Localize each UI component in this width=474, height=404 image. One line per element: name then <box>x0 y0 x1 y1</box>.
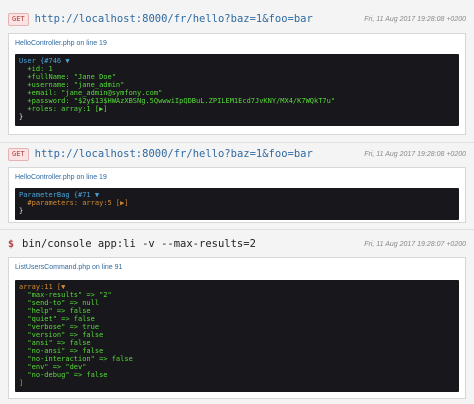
console-command: bin/console app:li -v --max-results=2 <box>22 238 256 250</box>
request-header: GET http://localhost:8000/fr/hello?baz=1… <box>8 10 466 28</box>
dump-line: ] <box>19 379 24 387</box>
dump-line: +id: 1 <box>19 65 53 73</box>
dump-line: } <box>19 207 24 215</box>
request-url-link[interactable]: http://localhost:8000/fr/hello?baz=1&foo… <box>35 148 313 160</box>
dump-line: "no-debug" => false <box>19 371 108 379</box>
dump-line: "quiet" => false <box>19 315 95 323</box>
dump-line: } <box>19 113 24 121</box>
var-dump-output: ParameterBag {#71 ▼ #parameters: array:5… <box>15 188 459 220</box>
command-header: $ bin/console app:li -v --max-results=2 … <box>8 235 466 253</box>
dump-line: "env" => "dev" <box>19 363 87 371</box>
var-dump-output: User {#746 ▼ +id: 1 +fullName: "Jane Doe… <box>15 54 459 126</box>
dump-timestamp: Fri, 11 Aug 2017 19:28:07 +0200 <box>364 240 466 248</box>
dump-line: +fullName: "Jane Doe" <box>19 73 116 81</box>
http-method-badge: GET <box>8 147 29 161</box>
dump-panel: HelloController.php on line 19 User {#74… <box>8 33 466 135</box>
source-file-link[interactable]: ListUsersCommand.php on line 91 <box>15 264 122 271</box>
var-dump-output: array:11 [▼ "max-results" => "2" "send-t… <box>15 280 459 392</box>
dump-line[interactable]: ParameterBag {#71 ▼ <box>19 191 455 199</box>
dump-line: "no-ansi" => false <box>19 347 104 355</box>
divider <box>0 142 474 143</box>
dump-line: +password: "$2y$13$HWAzXBSNg.5QwwwiIpQDB… <box>19 97 336 105</box>
dump-line[interactable]: #parameters: array:5 [▶] <box>19 199 455 207</box>
dump-line: "max-results" => "2" <box>19 291 112 299</box>
dump-line[interactable]: +roles: array:1 [▶] <box>19 105 455 113</box>
shell-prompt: $ <box>8 238 15 250</box>
dump-line: "send-to" => null <box>19 299 100 307</box>
dump-line: "verbose" => true <box>19 323 100 331</box>
dump-line: "ansi" => false <box>19 339 91 347</box>
dump-line: "version" => false <box>19 331 104 339</box>
dump-line: "help" => false <box>19 307 91 315</box>
source-file-link[interactable]: HelloController.php on line 19 <box>15 174 107 181</box>
dump-panel: HelloController.php on line 19 Parameter… <box>8 167 466 223</box>
dump-line: "no-interaction" => false <box>19 355 133 363</box>
dump-timestamp: Fri, 11 Aug 2017 19:28:08 +0200 <box>364 150 466 158</box>
dump-timestamp: Fri, 11 Aug 2017 19:28:08 +0200 <box>364 15 466 23</box>
divider <box>0 229 474 230</box>
source-file-link[interactable]: HelloController.php on line 19 <box>15 40 107 47</box>
request-url-link[interactable]: http://localhost:8000/fr/hello?baz=1&foo… <box>35 13 313 25</box>
dump-line[interactable]: array:11 [▼ <box>19 283 455 291</box>
dump-line[interactable]: User {#746 ▼ <box>19 57 455 65</box>
dump-panel: ListUsersCommand.php on line 91 array:11… <box>8 257 466 399</box>
dump-line: +email: "jane_admin@symfony.com" <box>19 89 163 97</box>
dump-line: +username: "jane_admin" <box>19 81 125 89</box>
http-method-badge: GET <box>8 12 29 26</box>
request-header: GET http://localhost:8000/fr/hello?baz=1… <box>8 145 466 163</box>
